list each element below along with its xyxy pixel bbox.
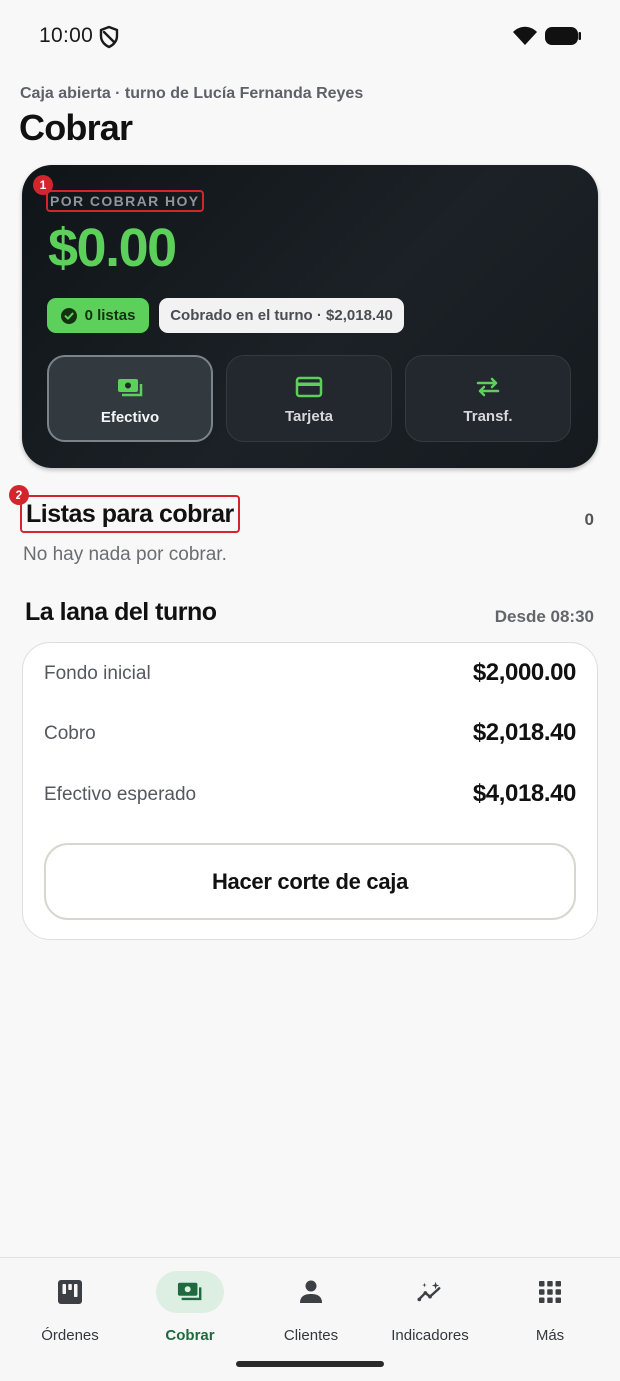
status-time: 10:00: [39, 24, 94, 47]
nav-label: Indicadores: [391, 1327, 469, 1344]
nav-item-more[interactable]: Más: [490, 1268, 610, 1348]
row-value: $4,018.40: [472, 780, 577, 807]
trend-sparkle-icon: [417, 1281, 441, 1302]
pay-summary-card: 1 POR COBRAR HOY $0.00 0 listas Cobrado …: [22, 165, 598, 468]
payment-method-transfer-button[interactable]: Transf.: [405, 355, 571, 442]
ready-count-pill[interactable]: 0 listas: [47, 298, 149, 333]
shift-row-expected-cash: Efectivo esperado $4,018.40: [44, 780, 576, 810]
shift-cash-card: Fondo inicial $2,000.00 Cobro $2,018.40 …: [22, 642, 598, 940]
battery-icon: [545, 27, 581, 45]
cash-icon: [118, 379, 143, 397]
credit-card-icon: [295, 376, 323, 398]
shield-icon: [99, 25, 119, 49]
row-value: $2,000.00: [472, 659, 577, 686]
nav-item-orders[interactable]: Órdenes: [10, 1268, 130, 1348]
orders-board-icon: [58, 1280, 82, 1304]
ready-section-count: 0: [584, 510, 594, 529]
nav-label: Órdenes: [41, 1327, 99, 1344]
payment-method-label: Efectivo: [100, 409, 160, 426]
nav-label: Más: [535, 1327, 565, 1344]
ready-section-title: Listas para cobrar: [20, 495, 240, 533]
payment-method-label: Transf.: [463, 408, 513, 425]
person-icon: [300, 1280, 322, 1303]
row-value: $2,018.40: [472, 719, 577, 746]
shift-row-initial-fund: Fondo inicial $2,000.00: [44, 659, 576, 689]
shift-subtitle: Caja abierta · turno de Lucía Fernanda R…: [20, 85, 364, 102]
payment-method-card-button[interactable]: Tarjeta: [226, 355, 392, 442]
page-title: Cobrar: [19, 107, 133, 148]
ready-empty-message: No hay nada por cobrar.: [23, 544, 227, 565]
row-label: Cobro: [44, 723, 96, 744]
nav-label: Cobrar: [165, 1327, 215, 1344]
payment-method-label: Tarjeta: [284, 408, 334, 425]
collected-in-shift-pill[interactable]: Cobrado en el turno · $2,018.40: [159, 298, 404, 333]
row-label: Efectivo esperado: [44, 784, 197, 805]
close-register-button[interactable]: Hacer corte de caja: [44, 843, 576, 920]
due-today-amount: $0.00: [48, 218, 177, 278]
shift-row-collected: Cobro $2,018.40: [44, 719, 576, 749]
grid-dots-icon: [539, 1281, 561, 1303]
nav-label: Clientes: [283, 1327, 339, 1344]
cash-register-icon: [177, 1282, 202, 1301]
check-circle-icon: [60, 307, 77, 324]
wifi-icon: [513, 26, 537, 45]
due-today-label: POR COBRAR HOY: [46, 190, 204, 212]
nav-item-clients[interactable]: Clientes: [251, 1268, 371, 1348]
status-bar: 10:00: [0, 0, 620, 72]
row-label: Fondo inicial: [44, 663, 151, 684]
nav-item-charge[interactable]: Cobrar: [130, 1268, 250, 1348]
shift-since-label: Desde 08:30: [494, 607, 594, 626]
transfer-arrows-icon: [476, 377, 500, 397]
home-indicator[interactable]: [236, 1361, 384, 1367]
ready-count-label: 0 listas: [84, 307, 136, 324]
nav-item-indicators[interactable]: Indicadores: [370, 1268, 490, 1348]
payment-method-cash-button[interactable]: Efectivo: [47, 355, 213, 442]
shift-section-title: La lana del turno: [25, 598, 217, 626]
